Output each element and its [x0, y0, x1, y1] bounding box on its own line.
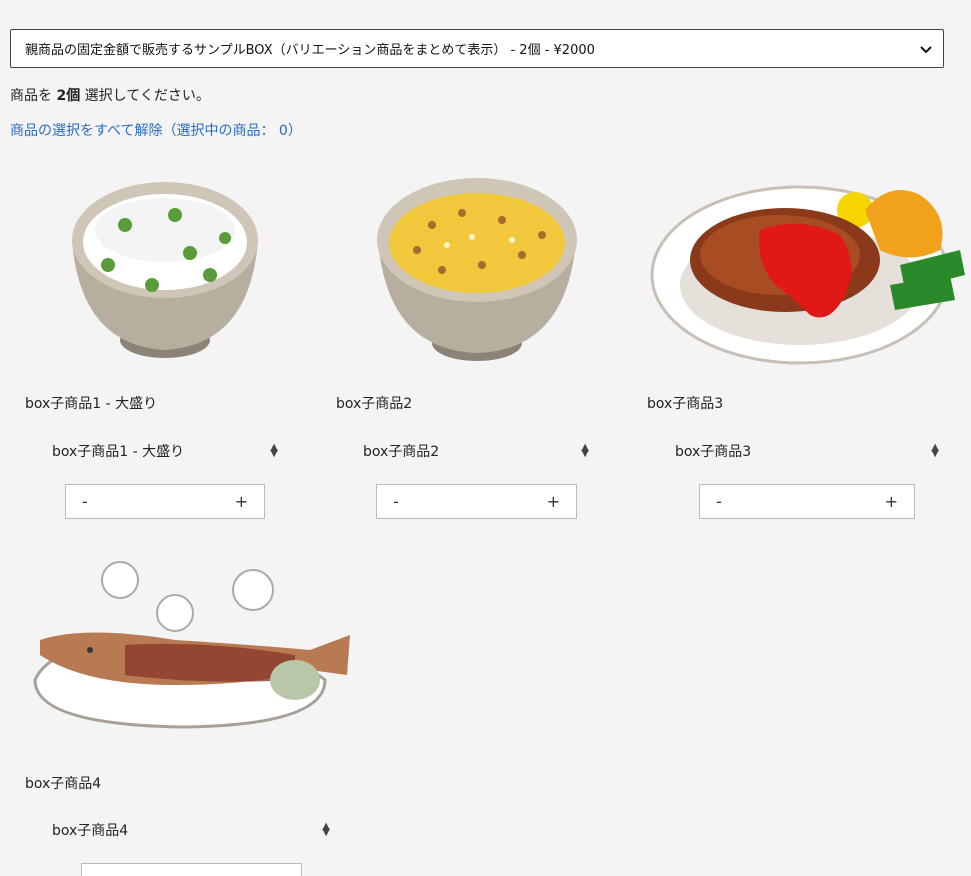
- variant-select[interactable]: box子商品1 - 大盛り ▲ ▼: [52, 440, 278, 462]
- box-select-dropdown[interactable]: 親商品の固定金額で販売するサンプルBOX（バリエーション商品をまとめて表示） -…: [10, 29, 944, 68]
- variant-select[interactable]: box子商品4 ▲ ▼: [52, 819, 330, 841]
- decrement-button[interactable]: -: [82, 492, 88, 511]
- variant-select[interactable]: box子商品3 ▲ ▼: [675, 440, 939, 462]
- select-arrows-icon: ▲ ▼: [931, 442, 939, 459]
- variant-select-value: box子商品2: [363, 444, 440, 460]
- variant-select-value: box子商品3: [675, 444, 752, 460]
- instruction-suffix: 選択してください。: [84, 88, 210, 104]
- increment-button[interactable]: +: [885, 492, 898, 511]
- decrement-button[interactable]: -: [716, 492, 722, 511]
- product-name: box子商品3: [647, 396, 724, 412]
- grilled-fish-image: [33, 561, 350, 729]
- quantity-stepper[interactable]: - +: [65, 484, 265, 519]
- product-name: box子商品4: [25, 776, 102, 792]
- product-name: box子商品1 - 大盛り: [25, 396, 158, 412]
- select-arrows-icon: ▲ ▼: [581, 442, 589, 459]
- product-name: box子商品2: [336, 396, 413, 412]
- box-select-value: 親商品の固定金額で販売するサンプルBOX（バリエーション商品をまとめて表示） -…: [25, 43, 595, 58]
- variant-select[interactable]: box子商品2 ▲ ▼: [363, 440, 589, 462]
- quantity-stepper[interactable]: - +: [699, 484, 915, 519]
- select-arrows-icon: ▲ ▼: [270, 442, 278, 459]
- instruction-count: 2個: [56, 88, 81, 104]
- quantity-stepper[interactable]: [81, 863, 302, 876]
- fried-rice-bowl-image: [377, 178, 577, 361]
- rice-bowl-image: [72, 182, 258, 358]
- variant-select-value: box子商品4: [52, 823, 129, 839]
- increment-button[interactable]: +: [235, 492, 248, 511]
- decrement-button[interactable]: -: [393, 492, 399, 511]
- chevron-down-icon: [920, 45, 932, 53]
- increment-button[interactable]: +: [547, 492, 560, 511]
- select-arrows-icon: ▲ ▼: [322, 821, 330, 838]
- instruction-prefix: 商品を: [10, 88, 52, 104]
- selection-instruction: 商品を 2個 選択してください。: [10, 85, 210, 105]
- quantity-stepper[interactable]: - +: [376, 484, 577, 519]
- hamburg-steak-image: [650, 185, 965, 365]
- variant-select-value: box子商品1 - 大盛り: [52, 444, 185, 460]
- clear-selection-link[interactable]: 商品の選択をすべて解除（選択中の商品： 0）: [10, 120, 302, 140]
